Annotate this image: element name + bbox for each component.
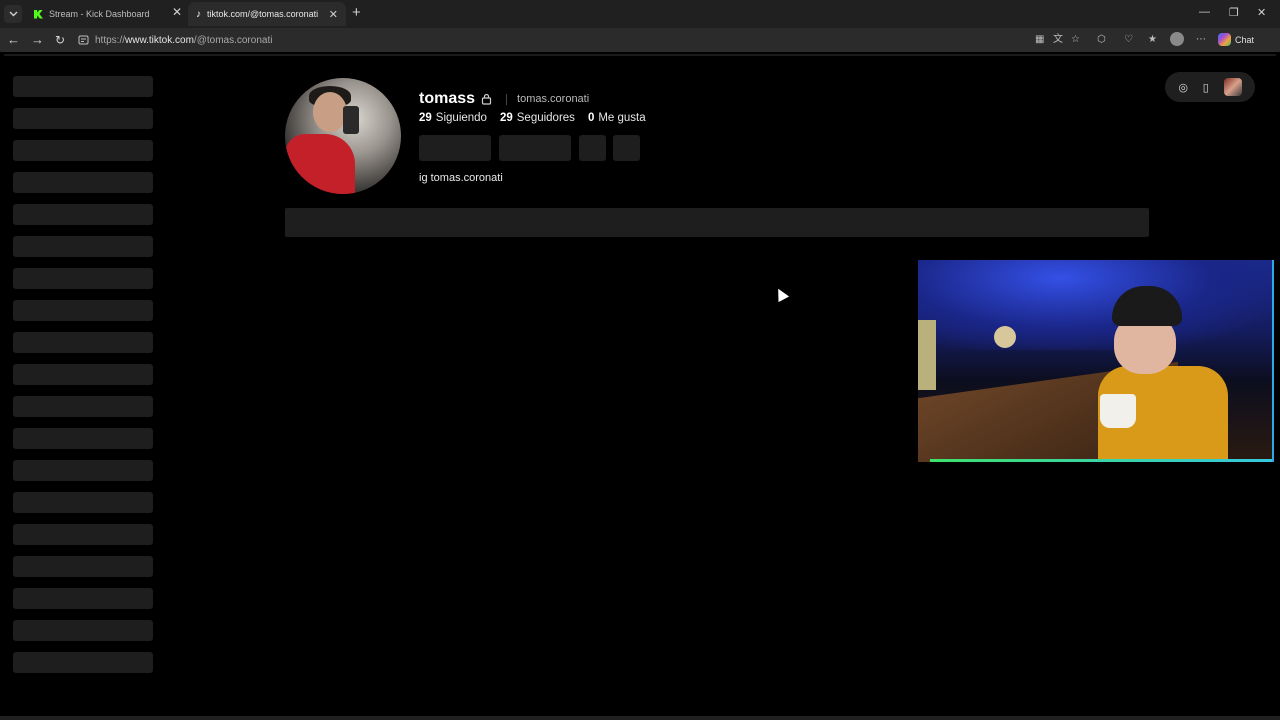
skeleton-bar: [13, 172, 153, 193]
tab-tiktok-profile[interactable]: ♪ tiktok.com/@tomas.coronati ✕: [188, 2, 346, 26]
floating-action-bar: ◎ ▯: [1165, 72, 1255, 102]
tab-label: tiktok.com/@tomas.coronati: [207, 9, 319, 19]
profile-header: tomass tomas.coronati: [419, 90, 589, 108]
skeleton-bar: [13, 364, 153, 385]
copilot-icon: [1218, 33, 1231, 46]
profile-handle: tomas.coronati: [517, 93, 590, 105]
url-scheme: https://: [95, 34, 126, 46]
restore-icon[interactable]: ❐: [1229, 6, 1239, 19]
browser-essentials-icon[interactable]: ♡: [1124, 34, 1133, 46]
back-icon[interactable]: ←: [7, 32, 20, 48]
stat-value: 0: [587, 112, 595, 124]
chevron-down-icon: [9, 11, 17, 17]
skeleton-bar: [13, 108, 153, 129]
site-info-icon: [78, 35, 89, 45]
close-tab-icon[interactable]: ✕: [329, 8, 338, 21]
new-tab-icon[interactable]: +: [352, 5, 361, 21]
favorite-star-icon[interactable]: ☆: [1071, 34, 1080, 46]
forward-icon[interactable]: →: [31, 32, 44, 48]
skeleton-bar: [13, 300, 153, 321]
tab-label: Stream - Kick Dashboard: [49, 9, 150, 19]
profile-stats: 29 Siguiendo 29 Seguidores 0 Me gusta: [419, 112, 646, 124]
streamer: [1098, 280, 1228, 462]
webcam-overlay: [918, 260, 1274, 462]
skeleton-bar: [13, 524, 153, 545]
minimize-icon[interactable]: —: [1199, 6, 1210, 18]
skeleton-bar: [13, 76, 153, 97]
sidebar-loading-skeleton: [13, 76, 153, 684]
reload-icon[interactable]: ↻: [55, 32, 65, 48]
address-toolbar: ← → ↻ https://www.tiktok.com/@tomas.coro…: [0, 28, 1280, 52]
kick-icon: [34, 9, 43, 19]
copilot-label: Chat: [1235, 34, 1255, 45]
message-button-skeleton: [499, 135, 571, 161]
skeleton-bar: [13, 268, 153, 289]
profile-username: tomass: [419, 90, 476, 107]
skeleton-bar: [13, 620, 153, 641]
user-avatar-thumbnail[interactable]: [1223, 78, 1242, 96]
tiktok-icon: ♪: [196, 8, 201, 20]
url-path: /@tomas.coronati: [193, 34, 273, 46]
stat-label: Me gusta: [598, 112, 646, 124]
content-tabs-skeleton: [285, 208, 1149, 237]
stat-label: Seguidores: [516, 112, 575, 124]
stat-following[interactable]: 29 Siguiendo: [419, 112, 487, 124]
skeleton-bar: [13, 428, 153, 449]
window-bottom-edge: [0, 716, 1280, 720]
skeleton-bar: [13, 556, 153, 577]
compass-icon[interactable]: ◎: [1178, 81, 1188, 94]
mobile-device-icon[interactable]: ▯: [1203, 81, 1209, 94]
plush-toy: [994, 326, 1016, 348]
icon-button-skeleton: [579, 135, 606, 161]
extensions-icon[interactable]: ⬡: [1097, 34, 1106, 46]
skeleton-bar: [13, 588, 153, 609]
skeleton-bar: [13, 332, 153, 353]
profile-bio: ig tomas.coronati: [419, 172, 503, 184]
browser-profile-avatar[interactable]: [1170, 32, 1184, 46]
stat-value: 29: [499, 112, 513, 124]
more-options-icon[interactable]: ⋯: [1196, 34, 1206, 46]
skeleton-bar: [13, 652, 153, 673]
profile-avatar: [285, 78, 401, 194]
tab-kick-dashboard[interactable]: Stream - Kick Dashboard: [26, 2, 186, 26]
skeleton-bar: [13, 460, 153, 481]
url-field[interactable]: https://www.tiktok.com/@tomas.coronati: [78, 31, 1118, 49]
translate-icon[interactable]: 文: [1053, 34, 1063, 46]
close-window-icon[interactable]: ✕: [1257, 6, 1266, 19]
close-tab-icon[interactable]: ✕: [172, 5, 182, 19]
app-available-icon[interactable]: ▦: [1035, 34, 1044, 46]
favorites-icon[interactable]: ★: [1148, 34, 1157, 46]
stat-value: 29: [419, 112, 432, 124]
url-host: www.tiktok.com: [125, 34, 194, 46]
stat-label: Siguiendo: [435, 112, 487, 124]
lock-icon: [481, 93, 492, 105]
stat-likes: 0 Me gusta: [588, 112, 646, 124]
cup: [1100, 394, 1136, 428]
stat-followers[interactable]: 29 Seguidores: [500, 112, 575, 124]
copilot-chat-button[interactable]: Chat: [1218, 33, 1254, 46]
skeleton-bar: [13, 236, 153, 257]
tab-bar: Stream - Kick Dashboard ✕ ♪ tiktok.com/@…: [0, 0, 1280, 28]
skeleton-bar: [13, 204, 153, 225]
skeleton-bar: [13, 396, 153, 417]
icon-button-skeleton: [613, 135, 640, 161]
skeleton-bar: [13, 492, 153, 513]
tab-actions-menu-button[interactable]: [4, 5, 22, 23]
skeleton-bar: [13, 140, 153, 161]
follow-button-skeleton: [419, 135, 491, 161]
header-divider: [506, 93, 508, 105]
